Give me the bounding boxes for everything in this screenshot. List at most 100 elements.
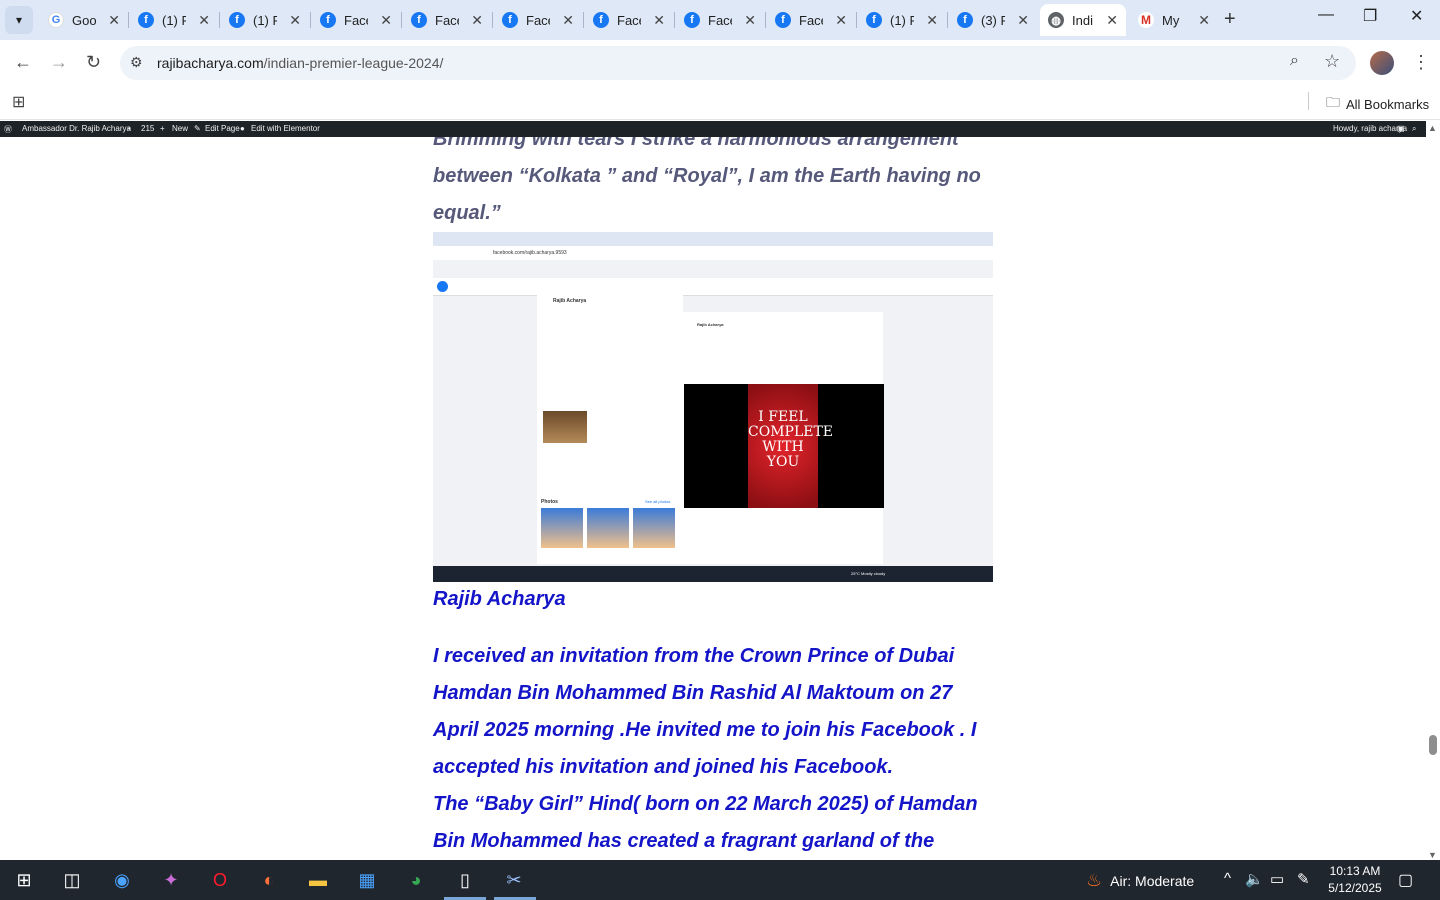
tab-0[interactable]: G Goo ✕ — [40, 4, 128, 36]
file-explorer-icon[interactable]: ▬ — [304, 866, 332, 894]
facebook-icon: f — [502, 12, 518, 28]
tab-search-button[interactable]: ▾ — [5, 6, 33, 34]
bookmark-star-icon[interactable]: ☆ — [1324, 51, 1340, 72]
gmail-icon: M — [1138, 12, 1154, 28]
scroll-thumb[interactable] — [1429, 735, 1437, 755]
tab-separator — [947, 12, 948, 28]
globe-icon: ◍ — [1048, 12, 1064, 28]
paragraph-line: Bin Mohammed has created a fragrant garl… — [433, 830, 935, 852]
tab-9[interactable]: f (1) F ✕ — [858, 4, 946, 36]
close-icon[interactable]: ✕ — [289, 12, 301, 29]
tab-8[interactable]: f Face ✕ — [767, 4, 855, 36]
snipping-tool-icon[interactable]: ✂ — [500, 866, 528, 894]
apps-icon[interactable]: ⊞ — [12, 92, 25, 112]
all-bookmarks-button[interactable]: 🗀 All Bookmarks — [1326, 92, 1429, 116]
close-icon[interactable]: ✕ — [744, 12, 756, 29]
new-tab-button[interactable]: + — [1224, 8, 1236, 31]
embedded-thumbnail — [543, 411, 587, 443]
forward-icon[interactable]: → — [50, 52, 68, 73]
tab-1[interactable]: f (1) F ✕ — [130, 4, 218, 36]
tab-6[interactable]: f Face ✕ — [585, 4, 673, 36]
volume-icon[interactable]: 🔈 — [1245, 870, 1264, 888]
close-icon[interactable]: ✕ — [380, 12, 392, 29]
comments-icon[interactable]: ▪ — [128, 124, 131, 133]
task-view-icon[interactable]: ◫ — [58, 866, 86, 894]
close-icon[interactable]: ✕ — [835, 12, 847, 29]
pen-icon[interactable]: ✎ — [1297, 870, 1310, 888]
system-clock[interactable]: 10:13 AM 5/12/2025 — [1320, 863, 1390, 897]
close-icon[interactable]: ✕ — [198, 12, 210, 29]
url-domain: rajibacharya.com — [157, 55, 264, 71]
quote-line: between “Kolkata ” and “Royal”, I am the… — [433, 165, 981, 187]
tab-title: (1) F — [253, 12, 277, 28]
tab-3[interactable]: f Face ✕ — [312, 4, 400, 36]
tab-12[interactable]: M My ✕ — [1130, 4, 1218, 36]
wordpress-icon[interactable]: Ⓦ — [4, 124, 12, 135]
search-icon[interactable]: ⌕ — [1412, 124, 1416, 134]
close-icon[interactable]: ✕ — [926, 12, 938, 29]
restore-icon[interactable]: ❐ — [1363, 6, 1377, 26]
tab-11-active[interactable]: ◍ Indi ✕ — [1040, 4, 1126, 36]
close-icon[interactable]: ✕ — [108, 12, 120, 29]
close-icon[interactable]: ✕ — [1017, 12, 1029, 29]
tab-10[interactable]: f (3) F ✕ — [949, 4, 1037, 36]
zoom-icon[interactable]: ⌕ — [1290, 52, 1299, 70]
close-window-icon[interactable]: ✕ — [1410, 6, 1423, 26]
embedded-tab-strip — [433, 232, 993, 246]
admin-edit-page-link[interactable]: Edit Page — [205, 124, 240, 133]
store-icon[interactable]: ▦ — [353, 866, 381, 894]
weather-widget[interactable]: ♨ Air: Moderate — [1086, 870, 1194, 891]
page-scrollbar[interactable]: ▲ ▼ — [1426, 121, 1440, 860]
site-info-icon[interactable]: ⚙ — [130, 54, 143, 71]
scroll-up-arrow-icon[interactable]: ▲ — [1428, 123, 1437, 133]
embedded-screenshot-image: facebook.com/rajib.acharya.9593 Rajib Ac… — [433, 232, 993, 582]
admin-site-link[interactable]: Ambassador Dr. Rajib Acharya — [22, 124, 131, 133]
chevron-up-icon[interactable]: ^ — [1224, 870, 1231, 887]
admin-new-link[interactable]: New — [172, 124, 188, 133]
facebook-icon: f — [684, 12, 700, 28]
tab-5[interactable]: f Face ✕ — [494, 4, 582, 36]
tab-separator — [583, 12, 584, 28]
close-icon[interactable]: ✕ — [471, 12, 483, 29]
windows-start-icon[interactable]: ⊞ — [10, 866, 38, 894]
opera-icon[interactable]: O — [206, 866, 234, 894]
document-icon[interactable]: ▯ — [451, 866, 479, 894]
user-icon[interactable]: ▣ — [1397, 124, 1405, 133]
close-icon[interactable]: ✕ — [1198, 12, 1210, 29]
facebook-icon: f — [411, 12, 427, 28]
tab-7[interactable]: f Face ✕ — [676, 4, 764, 36]
tab-strip: ▾ G Goo ✕ f (1) F ✕ f (1) F ✕ f Face ✕ f… — [0, 0, 1440, 40]
quote-block: Brimming with tears I strike a harmoniou… — [433, 137, 993, 232]
admin-comments-count[interactable]: 215 — [141, 124, 154, 133]
reload-icon[interactable]: ↻ — [86, 52, 101, 73]
tab-title: (1) F — [890, 12, 914, 28]
embedded-photos-label: Photos — [541, 499, 558, 505]
bookmarks-separator — [1308, 92, 1309, 110]
admin-elementor-link[interactable]: Edit with Elementor — [251, 124, 320, 133]
admin-howdy[interactable]: Howdy, rajib acharya — [1333, 124, 1407, 133]
profile-avatar[interactable] — [1370, 51, 1394, 75]
minimize-icon[interactable]: — — [1318, 6, 1334, 24]
firefox-icon[interactable]: ◐ — [255, 866, 283, 894]
close-icon[interactable]: ✕ — [653, 12, 665, 29]
network-icon[interactable]: ▭ — [1270, 870, 1284, 888]
tab-title: Indi — [1072, 12, 1093, 28]
tab-separator — [856, 12, 857, 28]
url-text[interactable]: rajibacharya.com/indian-premier-league-2… — [157, 55, 443, 71]
back-icon[interactable]: ← — [14, 52, 32, 73]
tab-4[interactable]: f Face ✕ — [403, 4, 491, 36]
address-bar[interactable]: ⚙ rajibacharya.com/indian-premier-league… — [120, 46, 1356, 80]
scroll-down-arrow-icon[interactable]: ▼ — [1428, 850, 1437, 860]
close-icon[interactable]: ✕ — [562, 12, 574, 29]
app-icon-blue[interactable]: ◉ — [108, 866, 136, 894]
notification-icon[interactable]: ▢ — [1398, 870, 1413, 890]
tab-title: Goo — [72, 12, 96, 28]
tab-title: Face — [435, 12, 459, 28]
copilot-icon[interactable]: ✦ — [157, 866, 185, 894]
close-icon[interactable]: ✕ — [1106, 12, 1118, 29]
chrome-icon[interactable]: ◕ — [402, 866, 430, 894]
menu-icon[interactable]: ⋮ — [1412, 52, 1430, 73]
tab-2[interactable]: f (1) F ✕ — [221, 4, 309, 36]
embedded-weather: 25°C Mostly cloudy — [851, 571, 886, 576]
bookmarks-bar: ⊞ 🗀 All Bookmarks — [0, 86, 1440, 120]
